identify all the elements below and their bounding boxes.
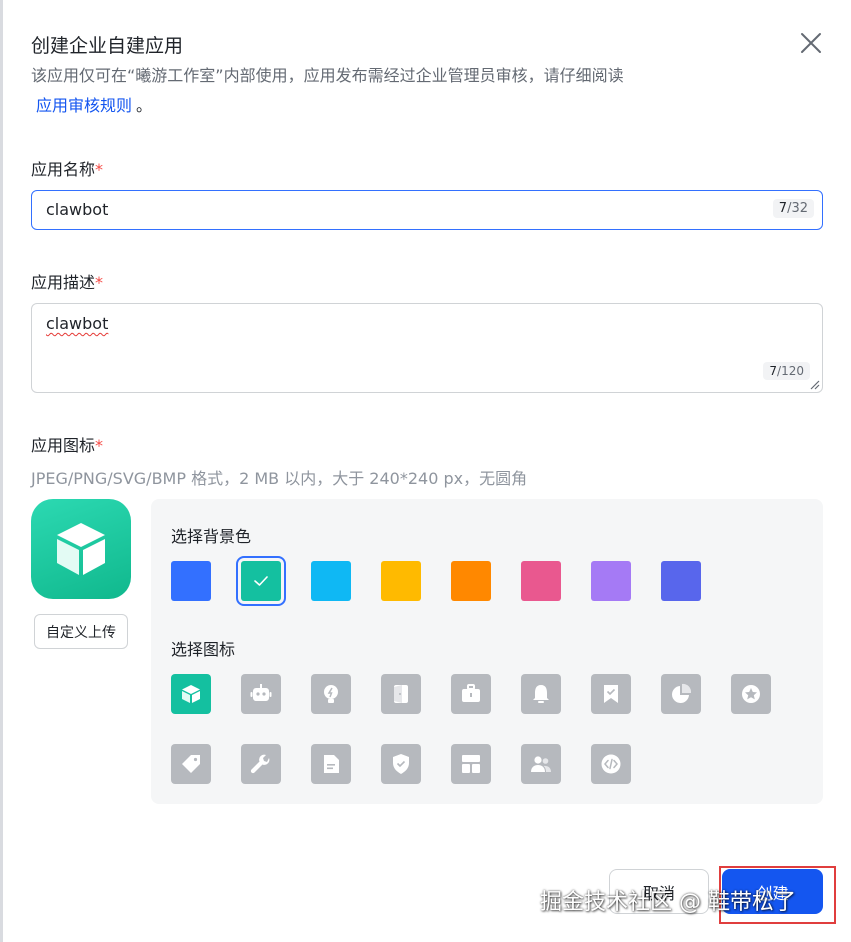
icon-option-briefcase[interactable] <box>451 674 491 714</box>
app-desc-max: /120 <box>777 364 804 378</box>
icon-option-tag[interactable] <box>171 744 211 784</box>
bookmark-check-icon <box>604 685 618 703</box>
resize-handle-icon[interactable] <box>808 378 820 390</box>
color-swatch-purple[interactable] <box>591 561 631 601</box>
app-name-value: clawbot <box>46 200 109 219</box>
icon-option-cube[interactable] <box>171 674 211 714</box>
tag-icon <box>182 755 200 773</box>
required-mark: * <box>95 160 104 179</box>
close-icon[interactable] <box>796 28 826 58</box>
document-icon <box>324 755 339 773</box>
create-app-dialog: 创建企业自建应用 该应用仅可在“曦游工作室”内部使用，应用发布需经过企业管理员审… <box>0 0 851 942</box>
app-desc-textarea[interactable]: clawbot 7/120 <box>31 303 823 393</box>
door-icon <box>394 685 408 703</box>
app-icon-label: 应用图标* <box>31 432 103 456</box>
icon-picker-panel: 选择背景色 选择图标 <box>151 499 823 804</box>
app-name-count: 7 <box>778 201 788 216</box>
app-icon-label-text: 应用图标 <box>31 436 96 455</box>
color-swatch-yellow[interactable] <box>381 561 421 601</box>
lightbulb-icon <box>324 685 338 703</box>
icon-option-shield[interactable] <box>381 744 421 784</box>
bg-color-title: 选择背景色 <box>171 527 252 546</box>
pie-chart-icon <box>672 683 692 703</box>
code-icon <box>601 754 621 774</box>
required-mark: * <box>95 273 104 292</box>
robot-icon <box>250 684 272 701</box>
color-swatch-orange[interactable] <box>451 561 491 601</box>
icon-select-title: 选择图标 <box>171 640 236 659</box>
icon-option-team[interactable] <box>521 744 561 784</box>
rules-line: 应用审核规则。 <box>36 94 152 118</box>
color-swatch-pink[interactable] <box>521 561 561 601</box>
briefcase-icon <box>462 684 480 702</box>
cancel-button[interactable]: 取消 <box>609 869 709 914</box>
color-swatch-indigo[interactable] <box>661 561 701 601</box>
layout-icon <box>462 755 480 773</box>
review-rules-link[interactable]: 应用审核规则 <box>36 96 132 115</box>
app-name-label-text: 应用名称 <box>31 160 96 179</box>
dialog-title: 创建企业自建应用 <box>31 35 184 57</box>
cube-icon <box>182 685 200 703</box>
icon-option-pie[interactable] <box>661 674 701 714</box>
icon-option-bookmark[interactable] <box>591 674 631 714</box>
app-desc-counter: 7/120 <box>763 362 810 380</box>
dialog-description: 该应用仅可在“曦游工作室”内部使用，应用发布需经过企业管理员审核，请仔细阅读 <box>31 66 624 85</box>
create-button[interactable]: 创建 <box>722 869 823 914</box>
app-name-counter: 7/32 <box>772 199 814 218</box>
app-desc-count: 7 <box>769 364 778 378</box>
rules-suffix: 。 <box>136 96 153 115</box>
cube-icon <box>57 523 105 575</box>
color-swatch-teal[interactable] <box>236 556 286 606</box>
wrench-icon <box>250 754 270 774</box>
app-desc-value: clawbot <box>46 314 109 333</box>
custom-upload-button[interactable]: 自定义上传 <box>34 614 128 649</box>
color-swatch-blue[interactable] <box>171 561 211 601</box>
app-name-label: 应用名称* <box>31 156 103 180</box>
color-swatch-cyan[interactable] <box>311 561 351 601</box>
team-icon <box>531 756 551 772</box>
icon-option-document[interactable] <box>311 744 351 784</box>
icon-option-bell[interactable] <box>521 674 561 714</box>
icon-option-star[interactable] <box>731 674 771 714</box>
check-icon <box>254 576 268 586</box>
app-name-input[interactable]: clawbot 7/32 <box>31 190 823 230</box>
app-name-max: /32 <box>787 201 808 216</box>
required-mark: * <box>95 436 104 455</box>
app-icon-hint: JPEG/PNG/SVG/BMP 格式，2 MB 以内，大于 240*240 p… <box>31 469 528 488</box>
icon-option-layout[interactable] <box>451 744 491 784</box>
backdrop-edge <box>0 0 3 942</box>
star-badge-icon <box>742 685 760 703</box>
icon-option-robot[interactable] <box>241 674 281 714</box>
app-desc-label: 应用描述* <box>31 269 103 293</box>
icon-option-code[interactable] <box>591 744 631 784</box>
icon-option-door[interactable] <box>381 674 421 714</box>
icon-option-lightbulb[interactable] <box>311 674 351 714</box>
shield-check-icon <box>393 754 409 774</box>
app-icon-preview <box>31 499 131 599</box>
icon-option-wrench[interactable] <box>241 744 281 784</box>
bell-icon <box>533 685 549 703</box>
app-desc-label-text: 应用描述 <box>31 273 96 292</box>
